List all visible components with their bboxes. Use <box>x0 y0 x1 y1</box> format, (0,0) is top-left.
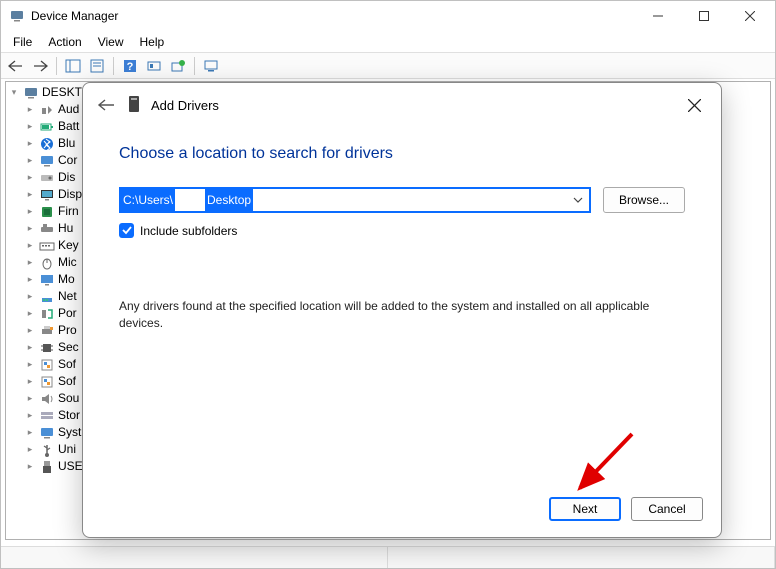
window-title: Device Manager <box>31 9 635 23</box>
usb-icon <box>39 442 55 458</box>
dialog-back-button[interactable] <box>91 98 121 112</box>
show-hide-tree-button[interactable] <box>62 55 84 77</box>
maximize-button[interactable] <box>681 1 727 31</box>
keyboard-icon <box>39 238 55 254</box>
include-subfolders-label: Include subfolders <box>140 224 237 238</box>
dialog-header: Add Drivers <box>83 83 721 127</box>
sound-icon <box>39 391 55 407</box>
svg-text:?: ? <box>127 61 134 73</box>
firmware-icon <box>39 204 55 220</box>
system-icon <box>39 425 55 441</box>
toolbar-divider <box>113 57 114 75</box>
dialog-footer: Next Cancel <box>83 481 721 537</box>
path-prefix: C:\Users\ <box>121 189 175 211</box>
storage-icon <box>39 408 55 424</box>
computer-icon <box>39 153 55 169</box>
software-icon <box>39 357 55 373</box>
minimize-button[interactable] <box>635 1 681 31</box>
titlebar: Device Manager <box>1 1 775 31</box>
dialog-title: Add Drivers <box>151 98 219 113</box>
nav-back-button[interactable] <box>5 55 27 77</box>
bluetooth-icon <box>39 136 55 152</box>
info-text: Any drivers found at the specified locat… <box>119 298 659 332</box>
close-button[interactable] <box>727 1 773 31</box>
cancel-button[interactable]: Cancel <box>631 497 703 521</box>
chevron-down-icon[interactable] <box>567 197 589 203</box>
hid-icon <box>39 221 55 237</box>
next-button[interactable]: Next <box>549 497 621 521</box>
menu-view[interactable]: View <box>90 33 132 51</box>
monitor-icon <box>39 272 55 288</box>
path-combobox[interactable]: C:\Users\ Desktop <box>119 187 591 213</box>
diskdrive-icon <box>39 170 55 186</box>
devices-view-button[interactable] <box>200 55 222 77</box>
dialog-close-button[interactable] <box>675 99 713 112</box>
usbconn-icon <box>39 459 55 475</box>
software-icon <box>39 374 55 390</box>
menu-help[interactable]: Help <box>132 33 173 51</box>
path-suffix: Desktop <box>205 189 253 211</box>
toolbar: ? <box>1 53 775 79</box>
printqueue-icon <box>39 323 55 339</box>
dialog-heading: Choose a location to search for drivers <box>119 145 685 163</box>
statusbar <box>1 546 775 568</box>
display-icon <box>39 187 55 203</box>
add-driver-button[interactable] <box>167 55 189 77</box>
menubar: File Action View Help <box>1 31 775 53</box>
ports-icon <box>39 306 55 322</box>
network-icon <box>39 289 55 305</box>
app-icon <box>9 8 25 24</box>
toolbar-divider <box>194 57 195 75</box>
mouse-icon <box>39 255 55 271</box>
driver-icon <box>127 95 141 116</box>
path-redacted <box>175 189 205 211</box>
battery-icon <box>39 119 55 135</box>
help-button[interactable]: ? <box>119 55 141 77</box>
menu-action[interactable]: Action <box>40 33 89 51</box>
scan-hardware-button[interactable] <box>143 55 165 77</box>
processor-icon <box>39 340 55 356</box>
include-subfolders-checkbox[interactable] <box>119 223 134 238</box>
nav-forward-button[interactable] <box>29 55 51 77</box>
add-drivers-dialog: Add Drivers Choose a location to search … <box>82 82 722 538</box>
properties-button[interactable] <box>86 55 108 77</box>
menu-file[interactable]: File <box>5 33 40 51</box>
audio-icon <box>39 102 55 118</box>
toolbar-divider <box>56 57 57 75</box>
browse-button[interactable]: Browse... <box>603 187 685 213</box>
